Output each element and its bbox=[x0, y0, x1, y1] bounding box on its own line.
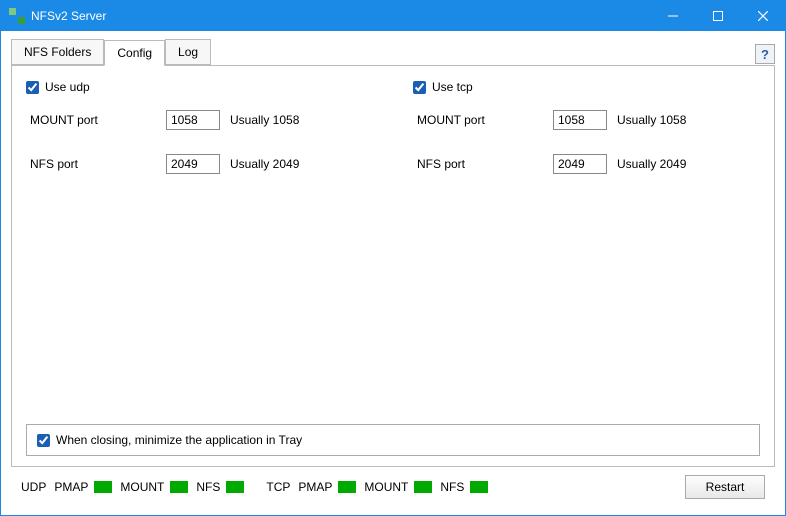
use-tcp-label: Use tcp bbox=[432, 80, 473, 94]
minimize-button[interactable] bbox=[650, 1, 695, 31]
tcp-mount-label: MOUNT port bbox=[413, 113, 553, 127]
config-panel: Use udp MOUNT port Usually 1058 NFS port… bbox=[11, 65, 775, 467]
maximize-button[interactable] bbox=[695, 1, 740, 31]
status-udp-nfs-label: NFS bbox=[196, 480, 220, 494]
status-led-tcp-mount bbox=[414, 481, 432, 493]
tab-row: NFS Folders Config Log ? bbox=[11, 39, 775, 65]
udp-mount-port-input[interactable] bbox=[166, 110, 220, 130]
tcp-nfs-port-input[interactable] bbox=[553, 154, 607, 174]
tab-config[interactable]: Config bbox=[104, 40, 165, 66]
config-columns: Use udp MOUNT port Usually 1058 NFS port… bbox=[26, 80, 760, 198]
restart-button[interactable]: Restart bbox=[685, 475, 765, 499]
udp-nfs-hint: Usually 2049 bbox=[230, 157, 299, 171]
tab-nfs-folders[interactable]: NFS Folders bbox=[11, 39, 104, 65]
window-title: NFSv2 Server bbox=[31, 9, 650, 23]
app-window: NFSv2 Server NFS Folders Config Log ? bbox=[0, 0, 786, 516]
use-udp-label: Use udp bbox=[45, 80, 90, 94]
status-led-tcp-nfs bbox=[470, 481, 488, 493]
udp-nfs-port-input[interactable] bbox=[166, 154, 220, 174]
udp-nfs-label: NFS port bbox=[26, 157, 166, 171]
titlebar[interactable]: NFSv2 Server bbox=[1, 1, 785, 31]
status-udp-pmap-label: PMAP bbox=[54, 480, 88, 494]
status-led-udp-pmap bbox=[94, 481, 112, 493]
panel-spacer bbox=[26, 198, 760, 424]
tcp-nfs-label: NFS port bbox=[413, 157, 553, 171]
use-udp-row: Use udp bbox=[26, 80, 373, 94]
tcp-mount-hint: Usually 1058 bbox=[617, 113, 686, 127]
status-led-udp-nfs bbox=[226, 481, 244, 493]
udp-mount-row: MOUNT port Usually 1058 bbox=[26, 110, 373, 130]
use-tcp-row: Use tcp bbox=[413, 80, 760, 94]
app-icon bbox=[9, 8, 25, 24]
status-led-tcp-pmap bbox=[338, 481, 356, 493]
tab-log[interactable]: Log bbox=[165, 39, 211, 65]
minimize-tray-checkbox[interactable] bbox=[37, 434, 50, 447]
use-udp-checkbox[interactable] bbox=[26, 81, 39, 94]
status-bar: UDP PMAP MOUNT NFS TCP PMAP MOUNT NFS Re… bbox=[11, 467, 775, 505]
status-tcp-mount-label: MOUNT bbox=[364, 480, 408, 494]
udp-mount-hint: Usually 1058 bbox=[230, 113, 299, 127]
close-icon bbox=[758, 11, 768, 21]
udp-mount-label: MOUNT port bbox=[26, 113, 166, 127]
tcp-column: Use tcp MOUNT port Usually 1058 NFS port… bbox=[413, 80, 760, 198]
status-udp-label: UDP bbox=[21, 480, 46, 494]
tcp-mount-row: MOUNT port Usually 1058 bbox=[413, 110, 760, 130]
tcp-nfs-hint: Usually 2049 bbox=[617, 157, 686, 171]
status-tcp-nfs-label: NFS bbox=[440, 480, 464, 494]
maximize-icon bbox=[713, 11, 723, 21]
status-tcp-label: TCP bbox=[266, 480, 290, 494]
status-udp-mount-label: MOUNT bbox=[120, 480, 164, 494]
status-tcp-pmap-label: PMAP bbox=[298, 480, 332, 494]
help-button[interactable]: ? bbox=[755, 44, 775, 64]
status-led-udp-mount bbox=[170, 481, 188, 493]
tcp-mount-port-input[interactable] bbox=[553, 110, 607, 130]
minimize-icon bbox=[668, 11, 678, 21]
tray-option-box: When closing, minimize the application i… bbox=[26, 424, 760, 456]
minimize-tray-label: When closing, minimize the application i… bbox=[56, 433, 302, 447]
close-button[interactable] bbox=[740, 1, 785, 31]
use-tcp-checkbox[interactable] bbox=[413, 81, 426, 94]
udp-column: Use udp MOUNT port Usually 1058 NFS port… bbox=[26, 80, 373, 198]
client-area: NFS Folders Config Log ? Use udp MOUNT p… bbox=[1, 31, 785, 515]
window-controls bbox=[650, 1, 785, 31]
tcp-nfs-row: NFS port Usually 2049 bbox=[413, 154, 760, 174]
udp-nfs-row: NFS port Usually 2049 bbox=[26, 154, 373, 174]
